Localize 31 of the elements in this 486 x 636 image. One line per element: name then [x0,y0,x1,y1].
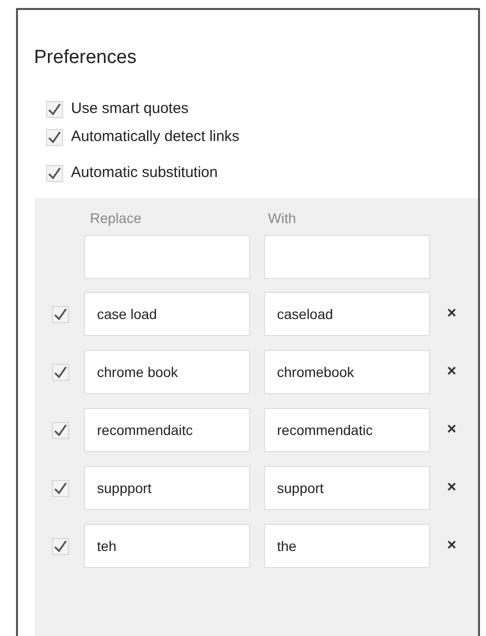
checkbox[interactable] [52,422,69,438]
input-field[interactable]: caseload [264,292,430,336]
remove-button[interactable]: × [447,422,456,438]
input-field[interactable]: chromebook [264,350,430,394]
remove-button[interactable]: × [447,480,456,496]
checkbox[interactable] [52,306,69,322]
option-label: Use smart quotes [71,98,189,119]
remove-button[interactable]: × [447,306,456,322]
checkbox[interactable] [52,364,69,380]
checkbox[interactable] [46,100,63,118]
remove-button[interactable]: × [447,538,456,554]
checkbox[interactable] [46,164,63,182]
input-field[interactable] [264,235,430,279]
input-field[interactable]: chrome book [84,350,250,394]
input-field[interactable]: suppport [84,466,250,510]
input-field[interactable]: the [264,524,430,568]
input-field[interactable] [84,235,250,279]
checkbox[interactable] [52,480,69,496]
option-label: Automatically detect links [71,126,240,147]
input-field[interactable]: case load [84,292,250,336]
input-field[interactable]: support [264,466,430,510]
input-field[interactable]: recommendaitc [84,408,250,452]
input-field[interactable]: recommendatic [264,408,430,452]
checkbox[interactable] [52,538,69,554]
checkbox[interactable] [46,128,63,146]
option-label: Automatic substitution [71,162,218,183]
remove-button[interactable]: × [447,364,456,380]
panel-title: Preferences [34,46,138,70]
column-header: With [267,209,297,228]
input-field[interactable]: teh [84,524,250,568]
column-header: Replace [89,209,142,228]
